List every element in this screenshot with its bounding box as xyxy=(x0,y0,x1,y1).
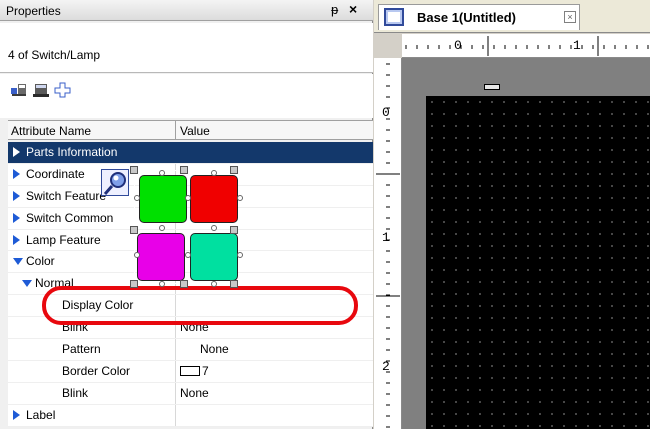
close-icon[interactable]: × xyxy=(349,1,357,17)
resize-handle[interactable] xyxy=(130,226,138,234)
collapse-arrow-icon[interactable] xyxy=(22,280,32,288)
screen-canvas[interactable] xyxy=(426,96,650,429)
anchor-dot[interactable] xyxy=(134,252,140,258)
properties-titlebar: Properties ᵽ × xyxy=(0,0,373,21)
hruler-mark-1: 1 xyxy=(573,38,581,53)
expand-arrow-icon[interactable] xyxy=(13,212,20,223)
anchor-dot[interactable] xyxy=(159,170,165,176)
resize-handle[interactable] xyxy=(180,166,188,174)
expand-icon[interactable] xyxy=(54,82,72,98)
anchor-dot[interactable] xyxy=(211,281,217,287)
attribute-label: Switch Common xyxy=(26,210,114,225)
magnify-icon[interactable] xyxy=(101,169,129,196)
anchor-dot[interactable] xyxy=(211,225,217,231)
attribute-label: Blink xyxy=(62,385,89,400)
attribute-label: Color xyxy=(26,254,55,269)
attribute-row[interactable]: Border Color 7 xyxy=(8,360,373,383)
editor-tabbar: Base 1(Untitled) × xyxy=(374,0,650,33)
column-value: Value xyxy=(180,124,210,138)
attribute-value[interactable]: 7 xyxy=(180,364,209,378)
lamp-teal[interactable] xyxy=(190,233,238,281)
attribute-row[interactable]: Label xyxy=(8,404,373,427)
expand-arrow-icon[interactable] xyxy=(13,409,20,420)
expand-arrow-icon[interactable] xyxy=(13,168,20,179)
attribute-label: Switch Feature xyxy=(26,188,107,203)
resize-handle[interactable] xyxy=(180,280,188,288)
attribute-label: Lamp Feature xyxy=(26,232,101,247)
attribute-row[interactable]: Pattern None xyxy=(8,339,373,361)
collapse-arrow-icon[interactable] xyxy=(13,258,23,266)
selection-info: 4 of Switch/Lamp xyxy=(8,48,101,62)
ruler-corner xyxy=(374,34,402,58)
border-color-value: 7 xyxy=(202,363,209,378)
anchor-dot[interactable] xyxy=(237,195,243,201)
vruler-mark-0: 0 xyxy=(382,105,390,120)
sort-category-icon[interactable] xyxy=(10,82,28,98)
editor-panel: Base 1(Untitled) × 0 1 0 1 2 xyxy=(374,0,650,429)
attribute-label: Pattern xyxy=(62,342,101,357)
anchor-dot[interactable] xyxy=(237,252,243,258)
attribute-row[interactable]: Blink None xyxy=(8,382,373,405)
highlight-ring xyxy=(42,286,358,325)
anchor-dot[interactable] xyxy=(211,170,217,176)
horizontal-ruler: 0 1 xyxy=(402,34,650,58)
attribute-value[interactable]: None xyxy=(200,342,229,356)
expand-arrow-icon[interactable] xyxy=(13,147,20,157)
attribute-label: Border Color xyxy=(62,363,131,378)
lamp-red[interactable] xyxy=(190,175,238,223)
lamp-green[interactable] xyxy=(139,175,187,223)
properties-toolbar xyxy=(0,74,373,118)
sort-list-icon[interactable] xyxy=(32,82,50,98)
vruler-mark-1: 1 xyxy=(382,230,390,245)
resize-handle[interactable] xyxy=(130,280,138,288)
attribute-label: Label xyxy=(26,407,56,422)
attribute-label: Parts Information xyxy=(26,145,118,159)
anchor-dot[interactable] xyxy=(159,225,165,231)
properties-title: Properties xyxy=(6,4,61,18)
attribute-grid-header: Attribute Name Value xyxy=(8,120,373,140)
expand-arrow-icon[interactable] xyxy=(13,190,20,201)
hruler-ticks xyxy=(405,36,649,56)
resize-handle[interactable] xyxy=(230,280,238,288)
resize-handle[interactable] xyxy=(230,166,238,174)
expand-arrow-icon[interactable] xyxy=(13,234,20,245)
pin-icon[interactable]: ᵽ xyxy=(331,2,338,17)
anchor-dot[interactable] xyxy=(159,281,165,287)
resize-handle[interactable] xyxy=(230,226,238,234)
tab-close-icon[interactable]: × xyxy=(564,11,576,23)
lamp-magenta[interactable] xyxy=(137,233,185,281)
resize-handle[interactable] xyxy=(130,166,138,174)
column-attribute-name: Attribute Name xyxy=(11,124,92,138)
selection-info-box: 4 of Switch/Lamp xyxy=(0,23,373,73)
vertical-ruler: 0 1 2 xyxy=(374,58,402,429)
tab-base-1[interactable]: Base 1(Untitled) × xyxy=(378,4,580,30)
anchor-dot[interactable] xyxy=(134,195,140,201)
tab-label: Base 1(Untitled) xyxy=(417,10,516,25)
hruler-mark-0: 0 xyxy=(454,38,462,53)
attribute-label: Coordinate xyxy=(26,166,85,181)
anchor-dot[interactable] xyxy=(185,252,191,258)
border-color-swatch xyxy=(180,365,200,376)
bezel-minus-icon xyxy=(484,84,500,90)
attribute-row[interactable]: Parts Information xyxy=(8,142,373,164)
anchor-dot[interactable] xyxy=(185,195,191,201)
attribute-value[interactable]: None xyxy=(180,386,209,400)
vruler-mark-2: 2 xyxy=(382,359,390,374)
screen-doc-icon xyxy=(384,8,404,26)
